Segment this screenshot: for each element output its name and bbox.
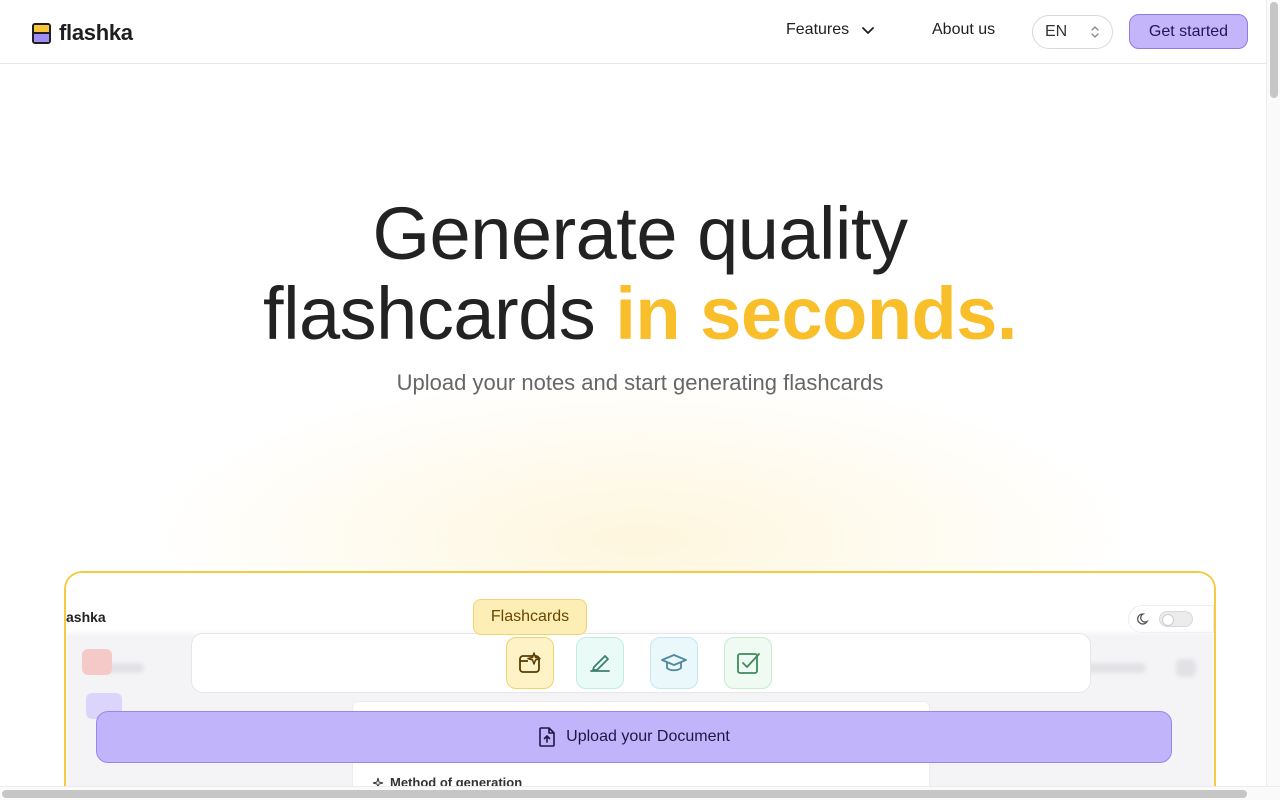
nav-features[interactable]: Features: [786, 21, 875, 39]
toggle-switch[interactable]: [1159, 611, 1193, 627]
upload-document-button[interactable]: Upload your Document: [96, 711, 1172, 763]
pen-icon: [590, 655, 610, 672]
moon-icon: [1137, 613, 1149, 625]
logo[interactable]: flashka: [32, 20, 133, 46]
site-header: flashka Features About us EN Get started: [0, 0, 1266, 64]
graduation-cap-icon: [661, 654, 687, 672]
logo-icon: [32, 22, 51, 44]
sparkle-card-icon: [519, 652, 541, 673]
get-started-button[interactable]: Get started: [1129, 14, 1248, 49]
mode-learn-button[interactable]: [650, 637, 698, 689]
logo-text: flashka: [59, 20, 133, 45]
hero-title-line1: Generate quality: [372, 192, 908, 275]
blurred-badge: [82, 649, 112, 675]
mode-flashcards-button[interactable]: [506, 637, 554, 689]
language-value: EN: [1045, 23, 1068, 40]
mode-tooltip: Flashcards: [473, 599, 587, 635]
hero-title-line2: flashcards: [263, 272, 616, 355]
preview-topbar: [66, 573, 1214, 633]
upload-document-label: Upload your Document: [566, 728, 730, 745]
hero-title: Generate quality flashcards in seconds.: [0, 194, 1280, 354]
chevron-down-icon: [862, 27, 875, 34]
app-preview: ashka Method of generation Flashcards Up…: [64, 571, 1216, 800]
mode-quiz-button[interactable]: [724, 637, 772, 689]
vertical-scrollbar[interactable]: [1266, 0, 1280, 786]
mode-selector-bar: [191, 633, 1091, 693]
hero-subtitle: Upload your notes and start generating f…: [396, 370, 884, 395]
hero-title-accent: in seconds.: [615, 272, 1017, 355]
file-upload-icon: [539, 727, 555, 747]
nav-features-label: Features: [786, 21, 850, 38]
language-select[interactable]: EN: [1032, 15, 1113, 49]
chevron-up-down-icon: [1091, 26, 1099, 38]
preview-logo: ashka: [66, 609, 106, 625]
mode-write-button[interactable]: [576, 637, 624, 689]
checkbox-icon: [737, 653, 760, 674]
nav-about-us[interactable]: About us: [932, 21, 995, 39]
theme-toggle[interactable]: [1128, 605, 1214, 633]
horizontal-scrollbar[interactable]: [0, 786, 1280, 800]
